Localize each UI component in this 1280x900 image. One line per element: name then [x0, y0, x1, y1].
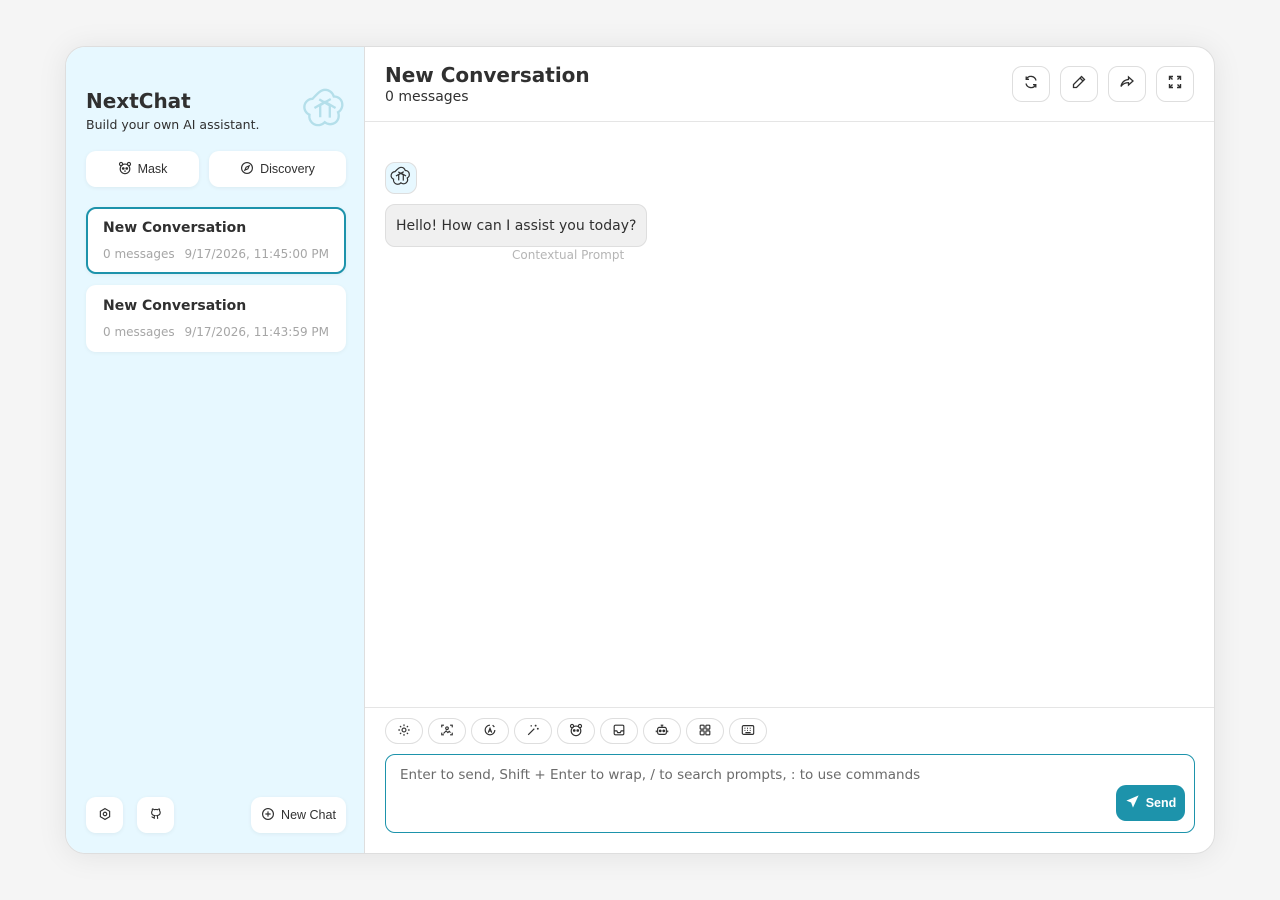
settings-icon [397, 722, 411, 741]
share-button[interactable] [1108, 66, 1146, 102]
mask-label: Mask [137, 162, 168, 176]
input-toolbar [385, 718, 767, 744]
send-label: Send [1145, 796, 1177, 810]
chat-list: New Conversation 0 messages 9/17/2026, 1… [86, 207, 346, 363]
send-icon [1125, 794, 1140, 812]
plugin-button[interactable] [686, 718, 724, 744]
chatgpt-logo-icon [390, 165, 412, 191]
chat-item-count: 0 messages [103, 247, 175, 261]
mask-icon [118, 161, 132, 178]
chat-item-time: 9/17/2026, 11:43:59 PM [184, 325, 329, 339]
chat-item-meta: 0 messages 9/17/2026, 11:45:00 PM [103, 247, 329, 261]
mask-icon [569, 722, 583, 741]
plugin-grid-icon [698, 722, 712, 741]
chatgpt-logo-icon [302, 85, 348, 131]
clear-context-button[interactable] [600, 718, 638, 744]
discovery-button[interactable]: Discovery [209, 151, 346, 187]
fullscreen-button[interactable] [1156, 66, 1194, 102]
sidebar-footer: New Chat [86, 797, 346, 833]
chat-settings-button[interactable] [385, 718, 423, 744]
theme-icon [483, 722, 497, 741]
theme-button[interactable] [471, 718, 509, 744]
sidebar-actions: Mask Discovery [86, 151, 346, 187]
refresh-icon [1023, 74, 1039, 94]
prompt-button[interactable] [514, 718, 552, 744]
shortcut-button[interactable] [729, 718, 767, 744]
chat-item-title: New Conversation [103, 220, 247, 236]
share-icon [1119, 74, 1135, 94]
discovery-icon [240, 161, 254, 178]
model-button[interactable] [643, 718, 681, 744]
clear-context-icon [612, 722, 626, 741]
new-chat-label: New Chat [281, 808, 336, 822]
input-area: Send [365, 707, 1214, 853]
refresh-button[interactable] [1012, 66, 1050, 102]
edit-icon [1071, 74, 1087, 94]
edit-button[interactable] [1060, 66, 1098, 102]
new-chat-button[interactable]: New Chat [251, 797, 346, 833]
chat-main: New Conversation 0 messages Hello! How c… [365, 47, 1214, 853]
chat-item-count: 0 messages [103, 325, 175, 339]
github-button[interactable] [137, 797, 174, 833]
mask-button[interactable]: Mask [86, 151, 199, 187]
upload-image-button[interactable] [428, 718, 466, 744]
app-tagline: Build your own AI assistant. [86, 117, 260, 132]
app-title: NextChat [86, 89, 191, 113]
prompt-wand-icon [526, 722, 540, 741]
shortcut-keyboard-icon [741, 722, 755, 741]
settings-button[interactable] [86, 797, 123, 833]
settings-icon [98, 806, 112, 825]
send-button[interactable]: Send [1116, 785, 1185, 821]
chat-header: New Conversation 0 messages [365, 47, 1214, 122]
conversation-title[interactable]: New Conversation [385, 63, 590, 87]
discovery-label: Discovery [260, 162, 315, 176]
chat-item-meta: 0 messages 9/17/2026, 11:43:59 PM [103, 325, 329, 339]
chat-item-title: New Conversation [103, 298, 247, 314]
chat-item-time: 9/17/2026, 11:45:00 PM [184, 247, 329, 261]
sidebar: NextChat Build your own AI assistant. Ma… [66, 47, 365, 853]
message-input[interactable] [386, 755, 1194, 832]
header-actions [1012, 66, 1194, 102]
assistant-avatar [385, 162, 417, 194]
message-composer: Send [385, 754, 1195, 833]
assistant-message: Hello! How can I assist you today? [385, 204, 648, 247]
chat-list-item[interactable]: New Conversation 0 messages 9/17/2026, 1… [86, 207, 346, 274]
image-icon [440, 722, 454, 741]
app-window: NextChat Build your own AI assistant. Ma… [65, 46, 1215, 854]
add-circle-icon [261, 807, 275, 824]
model-robot-icon [655, 722, 669, 741]
github-icon [149, 806, 163, 825]
brand: NextChat Build your own AI assistant. [86, 89, 259, 132]
message-note: Contextual Prompt [512, 248, 625, 262]
fullscreen-icon [1167, 74, 1183, 94]
mask-tool-button[interactable] [557, 718, 595, 744]
chat-list-item[interactable]: New Conversation 0 messages 9/17/2026, 1… [86, 285, 346, 352]
message-count: 0 messages [385, 89, 469, 105]
